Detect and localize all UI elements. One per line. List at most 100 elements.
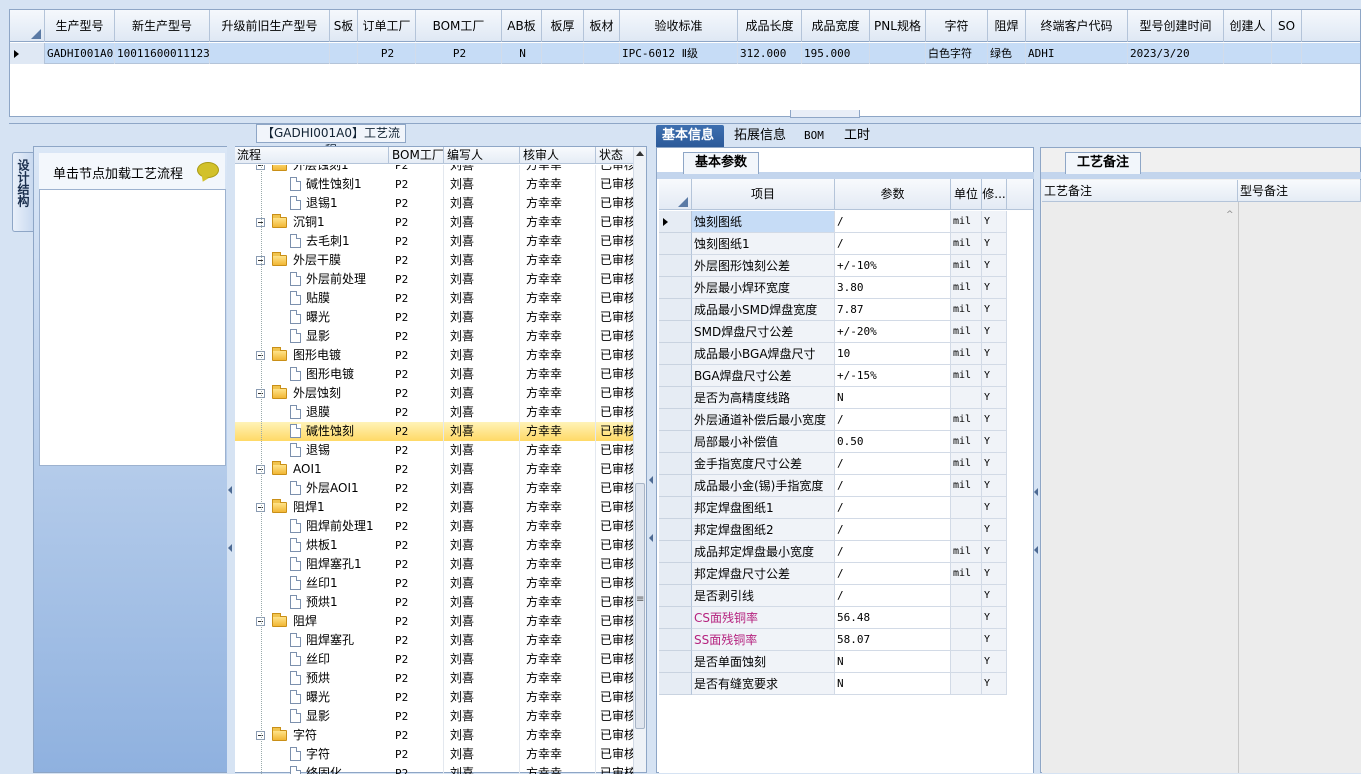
collapse-left-icon[interactable] [228, 486, 232, 494]
left-splitter[interactable] [227, 146, 235, 773]
param-value-cell[interactable]: / [835, 541, 951, 563]
param-value-cell[interactable]: 0.50 [835, 431, 951, 453]
tree-node-label[interactable]: 退锡 [306, 441, 330, 460]
grid-cell[interactable]: GADHI001A0 [45, 43, 115, 64]
tree-node-label[interactable]: 丝印1 [306, 574, 338, 593]
tree-column-header[interactable]: BOM工厂 [389, 147, 444, 164]
table-row[interactable]: 是否剥引线 / Y [659, 585, 1033, 607]
tree-row[interactable]: 外层蚀刻1 P2 刘喜 方幸幸 已审核 [234, 165, 634, 175]
tree-node-label[interactable]: 退锡1 [306, 194, 338, 213]
tree-row[interactable]: 预烘 P2 刘喜 方幸幸 已审核 [234, 669, 634, 688]
param-value-cell[interactable]: +/-20% [835, 321, 951, 343]
row-indicator[interactable] [659, 431, 692, 453]
tree-node-label[interactable]: 预烘1 [306, 593, 338, 612]
tree-row[interactable]: 外层前处理 P2 刘喜 方幸幸 已审核 [234, 270, 634, 289]
column-header[interactable]: AB板 [502, 10, 542, 42]
tab-design-structure[interactable]: 设计结构 [12, 152, 34, 232]
column-header[interactable]: 阻焊 [988, 10, 1026, 42]
tree-row[interactable]: 显影 P2 刘喜 方幸幸 已审核 [234, 327, 634, 346]
row-indicator[interactable] [659, 475, 692, 497]
table-row[interactable]: CS面残铜率 56.48 Y [659, 607, 1033, 629]
tree-row[interactable]: 碱性蚀刻1 P2 刘喜 方幸幸 已审核 [234, 175, 634, 194]
tree-node-label[interactable]: 退膜 [306, 403, 330, 422]
params-column-header[interactable]: 参数 [835, 179, 951, 210]
row-indicator[interactable] [659, 255, 692, 277]
tree-row[interactable]: 阻焊塞孔 P2 刘喜 方幸幸 已审核 [234, 631, 634, 650]
tree-node-label[interactable]: 曝光 [306, 688, 330, 707]
tree-row[interactable]: 碱性蚀刻 P2 刘喜 方幸幸 已审核 [234, 422, 634, 441]
table-row[interactable]: SMD焊盘尺寸公差 +/-20% mil Y [659, 321, 1033, 343]
tab-process-notes[interactable]: 工艺备注 [1065, 152, 1141, 174]
table-row[interactable]: 是否有缝宽要求 N Y [659, 673, 1033, 695]
tab-extended-info[interactable]: 拓展信息 [728, 125, 792, 147]
table-row[interactable]: 蚀刻图纸 / mil Y [659, 211, 1033, 233]
param-value-cell[interactable]: / [835, 497, 951, 519]
grid-cell[interactable]: 195.000 [802, 43, 870, 64]
column-header[interactable]: 终端客户代码 [1026, 10, 1128, 42]
param-value-cell[interactable]: 58.07 [835, 629, 951, 651]
row-indicator[interactable] [659, 387, 692, 409]
grid-corner-selector[interactable] [659, 179, 692, 210]
tree-node-label[interactable]: 外层蚀刻 [293, 384, 341, 403]
tree-node-label[interactable]: AOI1 [293, 460, 322, 479]
param-value-cell[interactable]: N [835, 651, 951, 673]
param-value-cell[interactable]: / [835, 453, 951, 475]
tree-row[interactable]: 外层蚀刻 P2 刘喜 方幸幸 已审核 [234, 384, 634, 403]
tree-node-label[interactable]: 图形电镀 [306, 365, 354, 384]
column-header[interactable]: 订单工厂 [358, 10, 416, 42]
grid-cell[interactable]: 白色字符 [926, 43, 988, 64]
column-header[interactable]: BOM工厂 [416, 10, 502, 42]
tree-node-label[interactable]: 阻焊1 [293, 498, 325, 517]
structure-tree-area[interactable] [39, 189, 226, 466]
grid-cell[interactable]: 绿色 [988, 43, 1026, 64]
row-indicator[interactable] [659, 585, 692, 607]
tree-row[interactable]: 字符 P2 刘喜 方幸幸 已审核 [234, 745, 634, 764]
tree-column-header[interactable]: 流程 [234, 147, 389, 164]
table-row[interactable]: 成品最小金(锡)手指宽度 / mil Y [659, 475, 1033, 497]
param-value-cell[interactable]: / [835, 563, 951, 585]
table-row[interactable]: 蚀刻图纸1/mil Y [659, 233, 1033, 255]
grid-cell[interactable]: P2 [416, 43, 502, 64]
tree-row[interactable]: 外层干膜 P2 刘喜 方幸幸 已审核 [234, 251, 634, 270]
tree-node-label[interactable]: 沉铜1 [293, 213, 325, 232]
collapse-middle-icon-2[interactable] [649, 534, 653, 542]
tree-node-label[interactable]: 烘板1 [306, 536, 338, 555]
table-row[interactable]: SS面残铜率 58.07 Y [659, 629, 1033, 651]
param-value-cell[interactable]: N [835, 673, 951, 695]
tree-node-label[interactable]: 曝光 [306, 308, 330, 327]
tree-node-label[interactable]: 阻焊塞孔 [306, 631, 354, 650]
scroll-up-icon[interactable] [636, 151, 644, 156]
collapse-middle-icon[interactable] [649, 476, 653, 484]
column-header[interactable]: S板 [330, 10, 358, 42]
tree-node-label[interactable]: 碱性蚀刻1 [306, 175, 362, 194]
grid-cell[interactable]: IPC-6012 Ⅱ级 [620, 43, 738, 64]
tree-column-header[interactable]: 核审人 [520, 147, 596, 164]
tree-row[interactable]: AOI1 P2 刘喜 方幸幸 已审核 [234, 460, 634, 479]
row-indicator[interactable] [659, 365, 692, 387]
notes-column-header[interactable]: 工艺备注 [1042, 180, 1238, 202]
column-header[interactable]: 成品长度 [738, 10, 802, 42]
tree-node-label[interactable]: 预烘 [306, 669, 330, 688]
table-row[interactable]: 外层最小焊环宽度 3.80 mil Y [659, 277, 1033, 299]
table-row[interactable]: 是否为高精度线路 N Y [659, 387, 1033, 409]
param-value-cell[interactable]: / [835, 409, 951, 431]
param-value-cell[interactable]: 10 [835, 343, 951, 365]
param-value-cell[interactable]: / [835, 233, 951, 255]
tree-row[interactable]: 图形电镀 P2 刘喜 方幸幸 已审核 [234, 346, 634, 365]
tree-row[interactable]: 烘板1 P2 刘喜 方幸幸 已审核 [234, 536, 634, 555]
tree-node-label[interactable]: 碱性蚀刻 [306, 422, 354, 441]
row-indicator[interactable] [659, 453, 692, 475]
grid-cell[interactable] [584, 43, 620, 64]
tab-basic-params[interactable]: 基本参数 [683, 152, 759, 174]
tree-row[interactable]: 字符 P2 刘喜 方幸幸 已审核 [234, 726, 634, 745]
param-value-cell[interactable]: 56.48 [835, 607, 951, 629]
collapse-right-icon[interactable] [1034, 488, 1038, 496]
grid-cell[interactable]: N [502, 43, 542, 64]
grid-cell[interactable] [870, 43, 926, 64]
row-indicator[interactable] [659, 607, 692, 629]
column-header[interactable]: PNL规格 [870, 10, 926, 42]
tree-row[interactable]: 阻焊前处理1 P2 刘喜 方幸幸 已审核 [234, 517, 634, 536]
column-header[interactable]: 成品宽度 [802, 10, 870, 42]
table-row[interactable]: 局部最小补偿值 0.50 mil Y [659, 431, 1033, 453]
scroll-thumb[interactable] [635, 483, 645, 729]
